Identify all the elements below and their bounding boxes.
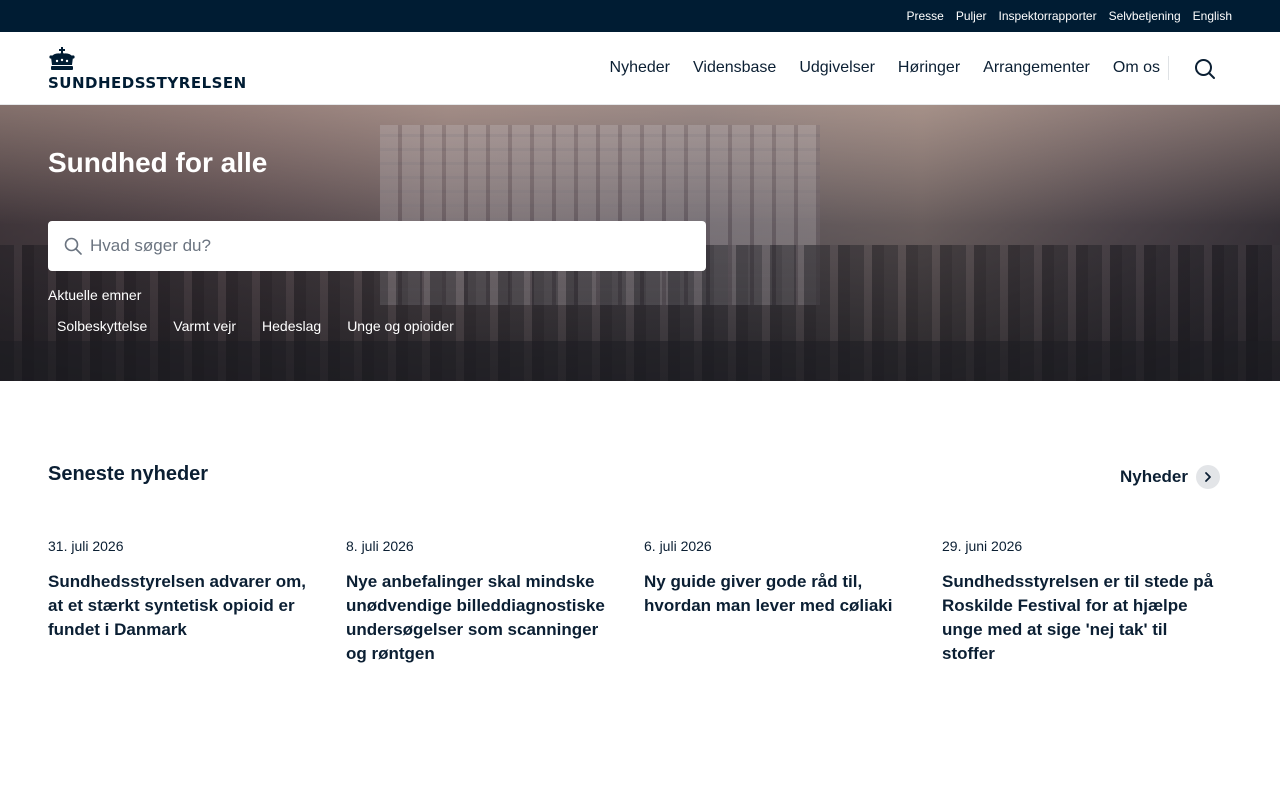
topic-link-hedeslag[interactable]: Hedeslag	[253, 315, 330, 337]
topics-list: Solbeskyttelse Varmt vejr Hedeslag Unge …	[48, 315, 463, 337]
utility-link-english[interactable]: English	[1193, 9, 1232, 23]
nav-link-horinger[interactable]: Høringer	[898, 59, 960, 76]
nav-divider	[1168, 56, 1169, 80]
search-icon	[1195, 59, 1215, 79]
nav-item: Vidensbase	[693, 59, 776, 77]
header-search-button[interactable]	[1192, 56, 1218, 82]
utility-link-presse[interactable]: Presse	[906, 9, 943, 23]
nav-link-vidensbase[interactable]: Vidensbase	[693, 59, 776, 76]
utility-item: English	[1193, 7, 1232, 25]
news-headline-link[interactable]: Sundhedsstyrelsen er til stede på Roskil…	[942, 570, 1220, 666]
news-date: 31. juli 2026	[48, 538, 124, 554]
utility-link-inspektorrapporter[interactable]: Inspektorrapporter	[999, 9, 1097, 23]
nav-item: Udgivelser	[799, 59, 875, 77]
news-headline-link[interactable]: Nye anbefalinger skal mindske unødvendig…	[346, 570, 620, 666]
utility-item: Selvbetjening	[1109, 7, 1181, 25]
hero-banner: Sundhed for alle Aktuelle emner Solbesky…	[0, 105, 1280, 381]
utility-item: Inspektorrapporter	[999, 7, 1097, 25]
nav-link-nyheder[interactable]: Nyheder	[610, 59, 670, 76]
news-card: 8. juli 2026 Nye anbefalinger skal minds…	[346, 538, 644, 666]
search-icon	[64, 237, 82, 255]
news-headline-link[interactable]: Sundhedsstyrelsen advarer om, at et stær…	[48, 570, 322, 642]
topic-item: Solbeskyttelse	[48, 315, 156, 337]
news-more-label: Nyheder	[1119, 467, 1188, 486]
utility-link-puljer[interactable]: Puljer	[956, 9, 987, 23]
utility-link-selvbetjening[interactable]: Selvbetjening	[1109, 9, 1181, 23]
hero-title: Sundhed for alle	[48, 147, 268, 178]
crown-icon	[49, 47, 75, 70]
nav-link-udgivelser[interactable]: Udgivelser	[799, 59, 875, 76]
topic-item: Hedeslag	[253, 315, 330, 337]
chevron-right-icon	[1196, 465, 1220, 489]
nav-item: Arrangementer	[983, 59, 1090, 77]
news-card: 6. juli 2026 Ny guide giver gode råd til…	[644, 538, 942, 666]
utility-item: Presse	[906, 7, 943, 25]
site-logo[interactable]: SUNDHEDSSTYRELSEN	[48, 47, 246, 92]
hero-search-input[interactable]	[90, 221, 690, 271]
utility-links: Presse Puljer Inspektorrapporter Selvbet…	[906, 0, 1232, 32]
news-section-title: Seneste nyheder	[48, 463, 209, 485]
topic-link-varmt-vejr[interactable]: Varmt vejr	[164, 315, 245, 337]
news-more-link[interactable]: Nyheder	[1120, 465, 1220, 489]
utility-item: Puljer	[956, 7, 987, 25]
main-nav: Nyheder Vidensbase Udgivelser Høringer A…	[610, 32, 1160, 104]
nav-item: Høringer	[898, 59, 960, 77]
topic-link-unge-og-opioider[interactable]: Unge og opioider	[338, 315, 463, 337]
nav-link-om-os[interactable]: Om os	[1113, 59, 1160, 76]
topic-item: Varmt vejr	[164, 315, 245, 337]
news-date: 6. juli 2026	[644, 538, 712, 554]
hero-photo-ground	[0, 341, 1280, 381]
news-list: 31. juli 2026 Sundhedsstyrelsen advarer …	[48, 538, 1220, 666]
site-header: SUNDHEDSSTYRELSEN Nyheder Vidensbase Udg…	[0, 32, 1280, 105]
news-card: 29. juni 2026 Sundhedsstyrelsen er til s…	[942, 538, 1220, 666]
news-date: 8. juli 2026	[346, 538, 414, 554]
nav-item: Nyheder	[610, 59, 670, 77]
news-card: 31. juli 2026 Sundhedsstyrelsen advarer …	[48, 538, 346, 666]
topic-link-solbeskyttelse[interactable]: Solbeskyttelse	[48, 315, 156, 337]
topic-item: Unge og opioider	[338, 315, 463, 337]
news-date: 29. juni 2026	[942, 538, 1023, 554]
hero-search	[48, 221, 706, 271]
nav-link-arrangementer[interactable]: Arrangementer	[983, 59, 1090, 76]
logo-wordmark: SUNDHEDSSTYRELSEN	[48, 74, 247, 92]
nav-item: Om os	[1113, 59, 1160, 77]
news-headline-link[interactable]: Ny guide giver gode råd til, hvordan man…	[644, 570, 918, 618]
utility-bar: Presse Puljer Inspektorrapporter Selvbet…	[0, 0, 1280, 32]
topics-label: Aktuelle emner	[48, 287, 142, 303]
